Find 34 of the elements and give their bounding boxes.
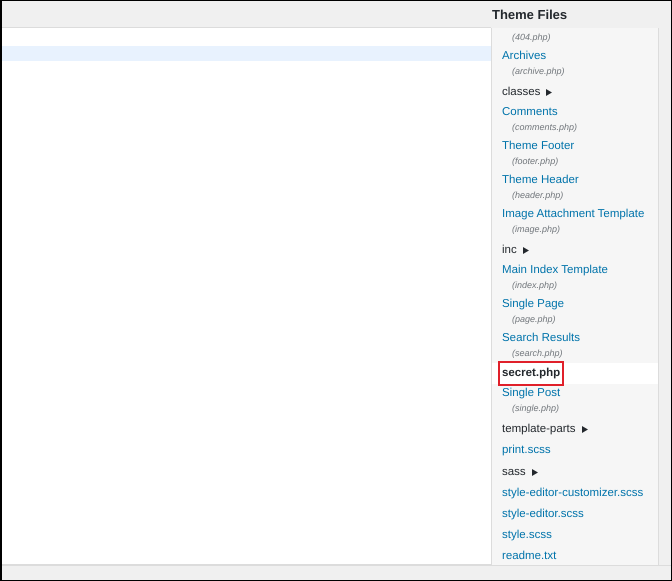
file-link[interactable]: Archives bbox=[502, 49, 546, 64]
file-link[interactable]: Comments bbox=[502, 105, 558, 120]
file-link[interactable]: Main Index Template bbox=[502, 263, 608, 278]
triangle-icon bbox=[522, 247, 529, 254]
file-name: (single.php) bbox=[511, 402, 560, 415]
panel-heading: Theme Files bbox=[492, 7, 568, 22]
file-name: (page.php) bbox=[511, 313, 556, 326]
file-link[interactable]: print.scss bbox=[502, 443, 551, 458]
file-name: (image.php) bbox=[511, 223, 560, 236]
file-link[interactable]: readme.txt bbox=[502, 549, 556, 564]
file-name: (index.php) bbox=[511, 279, 558, 292]
file-name: (404.php) bbox=[511, 31, 551, 44]
folder-toggle[interactable]: classes bbox=[502, 85, 552, 100]
code-editor[interactable] bbox=[2, 28, 491, 565]
folder-toggle[interactable]: sass bbox=[502, 465, 538, 480]
file-name: (archive.php) bbox=[511, 65, 565, 78]
triangle-icon bbox=[582, 426, 588, 433]
folder-toggle[interactable]: template-parts bbox=[502, 422, 588, 437]
file-link[interactable]: Single Post bbox=[502, 386, 560, 401]
triangle-icon bbox=[546, 89, 552, 96]
triangle-icon bbox=[532, 469, 538, 476]
file-name: (footer.php) bbox=[511, 155, 558, 168]
folder-toggle[interactable]: inc bbox=[502, 243, 529, 258]
file-link[interactable]: style.scss bbox=[502, 528, 552, 543]
file-link[interactable]: Single Page bbox=[502, 297, 564, 312]
file-name: (comments.php) bbox=[511, 121, 578, 134]
file-link[interactable]: Image Attachment Template bbox=[502, 207, 644, 222]
file-name: (header.php) bbox=[511, 189, 564, 202]
file-name: (search.php) bbox=[511, 347, 563, 360]
file-link[interactable]: Theme Header bbox=[502, 173, 579, 188]
file-link[interactable]: Search Results bbox=[502, 331, 580, 346]
file-link[interactable]: style-editor.scss bbox=[502, 507, 584, 522]
file-link[interactable]: Theme Footer bbox=[502, 139, 574, 154]
file-link[interactable]: style-editor-customizer.scss bbox=[502, 486, 644, 501]
